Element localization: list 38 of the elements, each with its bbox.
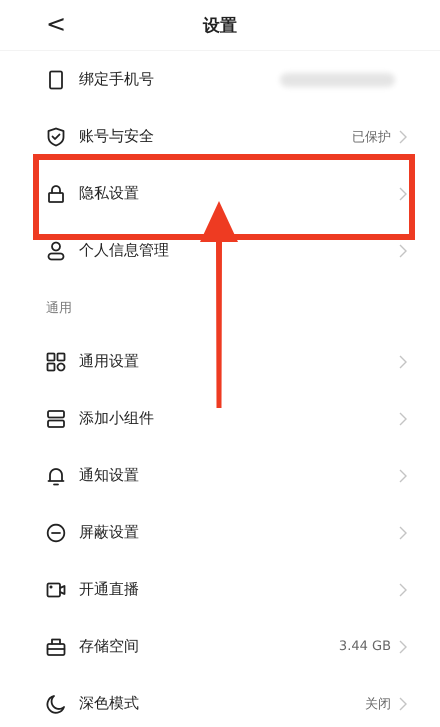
row-label[interactable]: 绑定手机号: [79, 70, 154, 89]
row-label[interactable]: 屏蔽设置: [79, 523, 139, 542]
row-label[interactable]: 个人信息管理: [79, 241, 169, 260]
row-label[interactable]: 添加小组件: [79, 409, 154, 428]
shield-check-icon: [46, 126, 66, 146]
phone-icon: [46, 70, 66, 90]
row-label[interactable]: 通知设置: [79, 466, 139, 485]
moon-icon: [46, 694, 66, 714]
back-button[interactable]: <: [46, 10, 66, 38]
row-label[interactable]: 通用设置: [79, 352, 139, 371]
chevron-icon: [399, 244, 407, 258]
row-label[interactable]: 深色模式: [79, 694, 139, 713]
chevron-icon: [399, 130, 407, 144]
row-value: 已保护: [352, 128, 391, 146]
chevron-icon: [399, 354, 407, 368]
lock-icon: [46, 184, 66, 204]
chevron-icon: [399, 412, 407, 426]
row-value: 3.44 GB: [338, 639, 391, 654]
chevron-icon: [399, 582, 407, 596]
row-label[interactable]: 账号与安全: [79, 127, 154, 146]
video-camera-icon: [46, 580, 66, 600]
page-title: 设置: [203, 14, 237, 36]
chevron-icon: [399, 526, 407, 540]
row-label[interactable]: 开通直播: [79, 580, 139, 599]
row-value: 关闭: [365, 696, 391, 712]
bell-icon: [46, 466, 66, 486]
chevron-icon: [399, 468, 407, 482]
row-label[interactable]: 存储空间: [79, 637, 139, 656]
stacked-bars-icon: [46, 408, 66, 428]
person-icon: [46, 240, 66, 260]
minus-circle-icon: [46, 522, 66, 542]
chevron-icon: [399, 640, 407, 654]
toolbox-icon: [46, 636, 66, 656]
section-label: 通用: [45, 300, 73, 318]
row-label[interactable]: 隐私设置: [79, 184, 139, 203]
grid-icon: [46, 352, 66, 372]
chevron-icon: [399, 696, 407, 710]
chevron-icon: [399, 186, 407, 200]
